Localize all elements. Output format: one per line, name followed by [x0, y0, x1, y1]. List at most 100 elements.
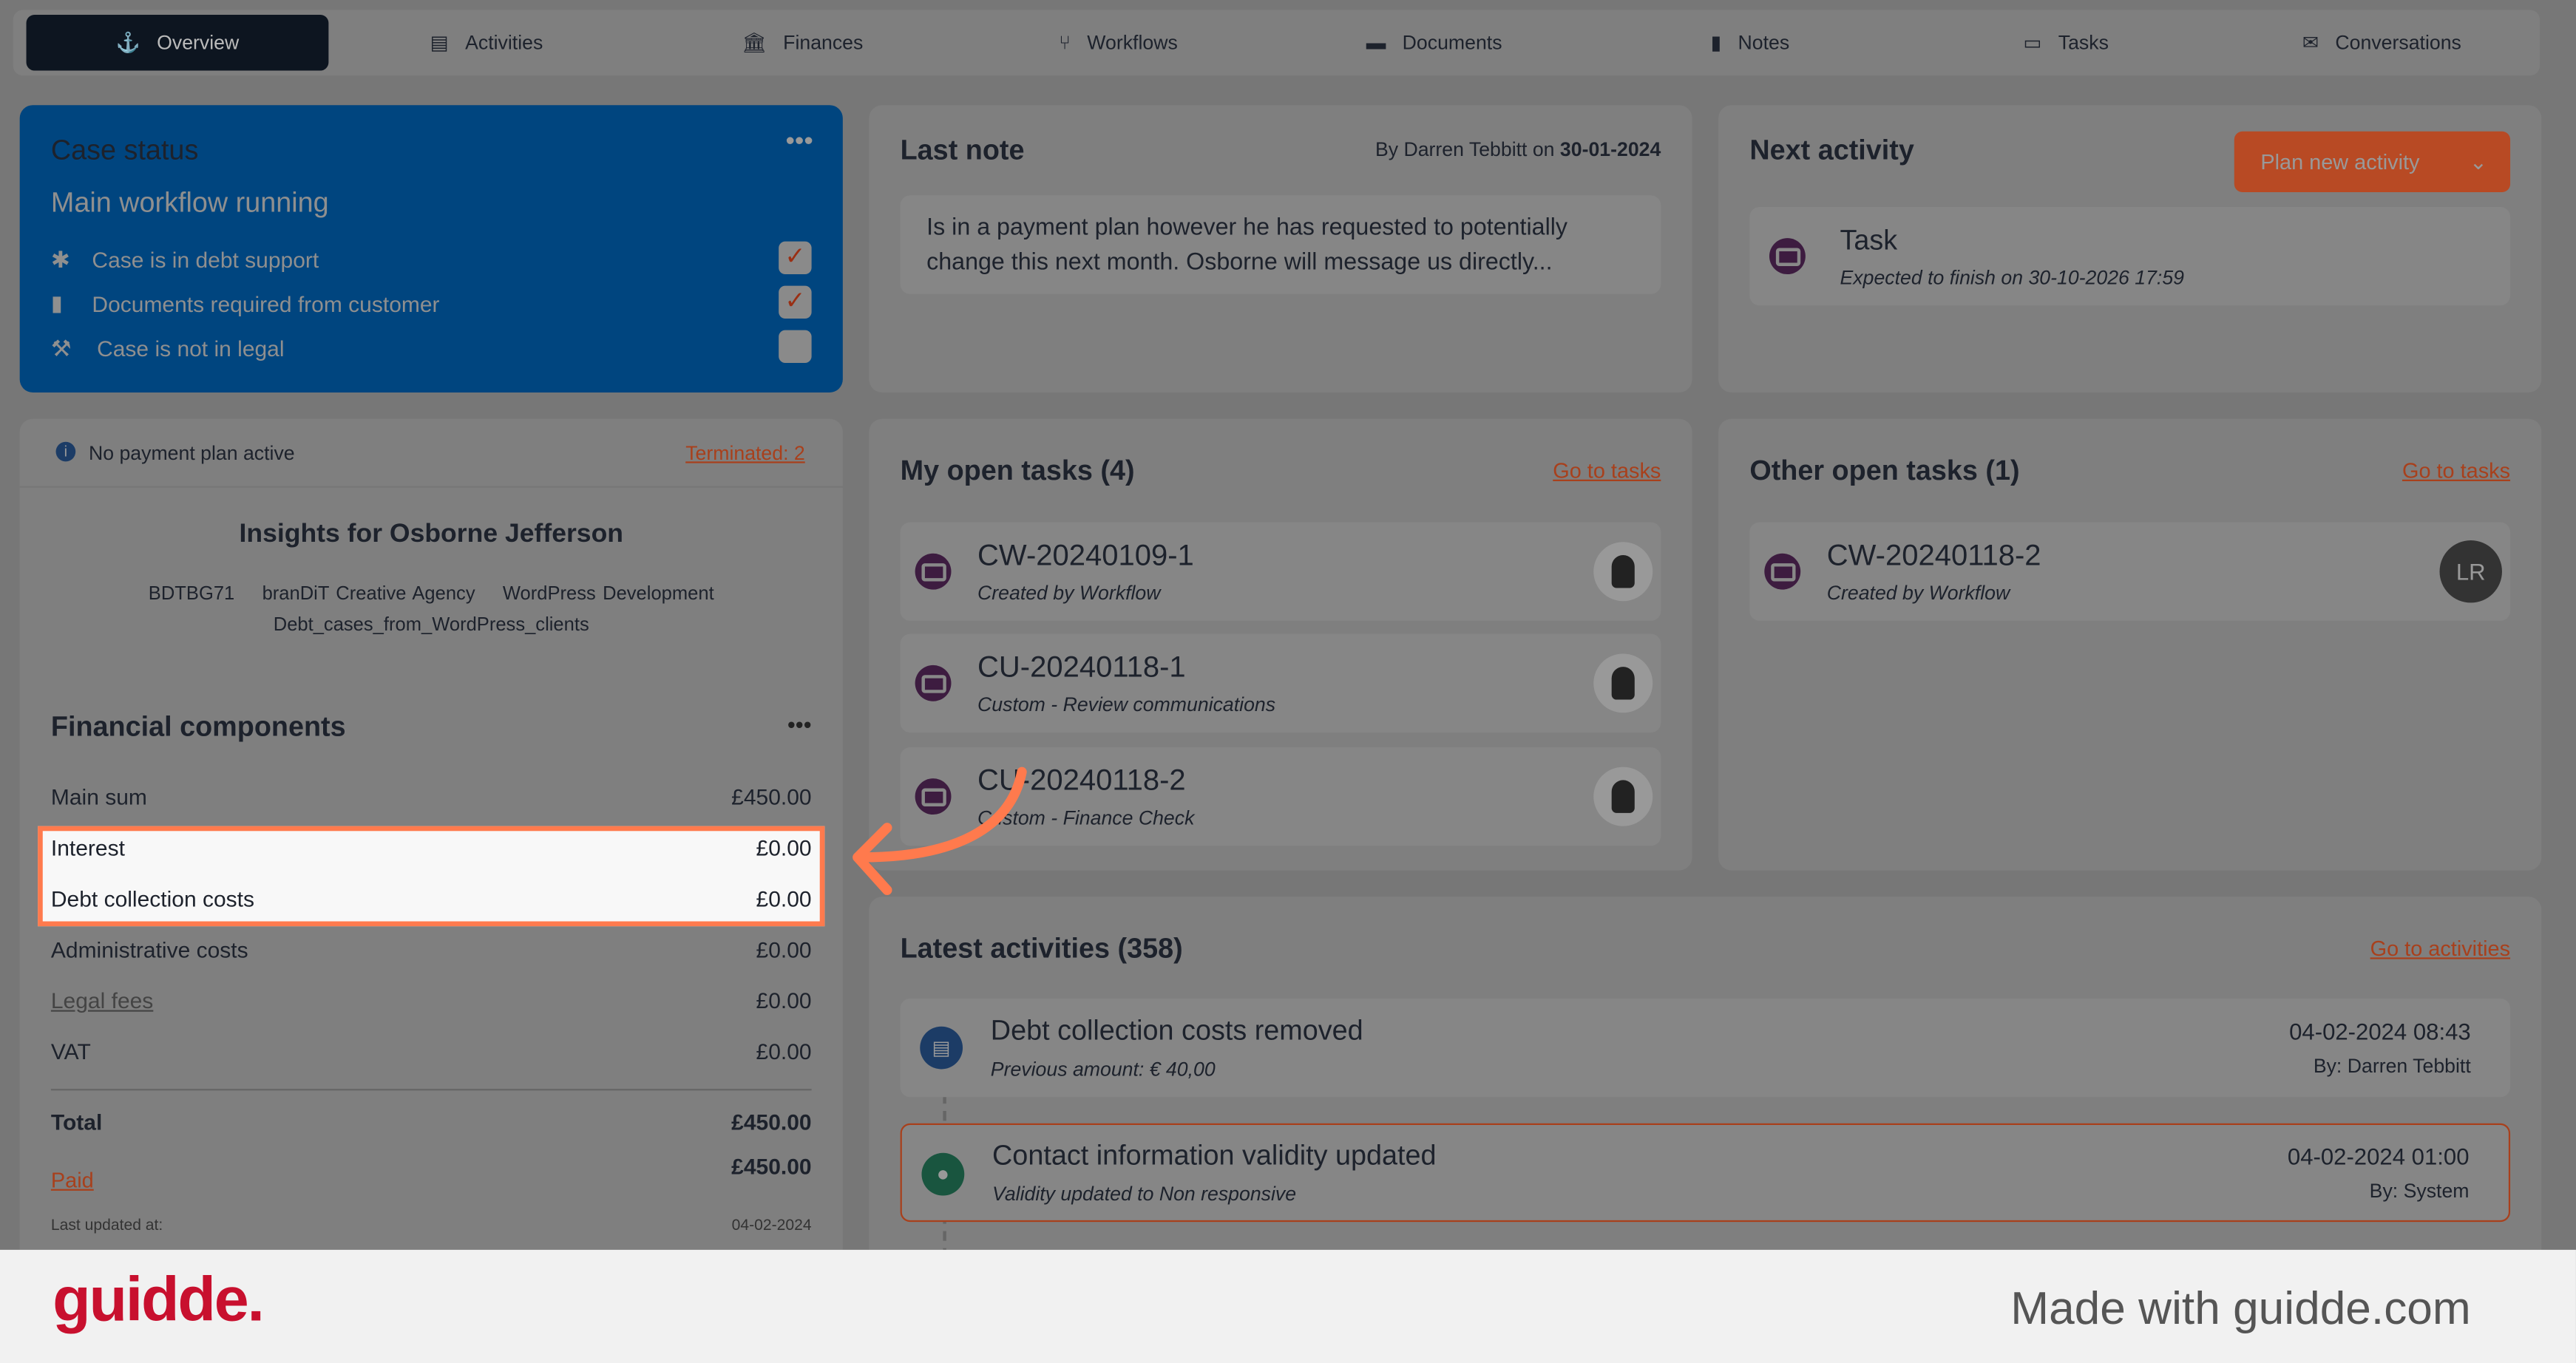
- guidde-logo: guidde.: [52, 1266, 265, 1336]
- status-checkbox[interactable]: ✓: [779, 241, 812, 275]
- anchor-icon: ⚓: [115, 31, 140, 55]
- last-note-title: Last note: [900, 135, 1025, 166]
- task-item[interactable]: CU-20240118-1 Custom - Review communicati…: [900, 633, 1661, 733]
- task-item[interactable]: CW-20240109-1 Created by Workflow: [900, 522, 1661, 621]
- tab-conversations[interactable]: ✉ Conversations: [2224, 15, 2540, 71]
- activities-card: Latest activities (358) Go to activities…: [869, 897, 2542, 1291]
- activity-date: 04-02-2024 08:43: [2289, 1018, 2471, 1045]
- more-icon[interactable]: •••: [787, 711, 812, 738]
- go-to-tasks-link[interactable]: Go to tasks: [1553, 458, 1661, 483]
- footer: guidde. Made with guidde.com: [0, 1249, 2576, 1363]
- row-value: £450.00: [731, 1154, 812, 1180]
- ticket-icon: [915, 553, 952, 590]
- divider: [50, 1089, 812, 1091]
- last-note-card: Last note By Darren Tebbitt on 30-01-202…: [869, 105, 1692, 393]
- asterisk-icon: ✱: [50, 246, 70, 273]
- plan-new-activity-button[interactable]: Plan new activity ⌄: [2234, 131, 2511, 192]
- activity-item[interactable]: ▤ Debt collection costs removed Previous…: [900, 998, 2511, 1098]
- fin-row-total: Total £450.00: [51, 1110, 812, 1135]
- status-checkbox[interactable]: [779, 330, 812, 364]
- document-icon: ▮: [50, 290, 63, 316]
- pointer-arrow-icon: [853, 767, 1027, 895]
- activity-by: By: System: [2369, 1179, 2470, 1203]
- status-item-label: Case is not in legal: [97, 336, 285, 361]
- terminated-link[interactable]: Terminated: 2: [685, 442, 805, 465]
- tag: WordPress Development: [502, 584, 714, 605]
- fin-row-paid: £450.00: [51, 1154, 812, 1180]
- legal-fees-link[interactable]: Legal fees: [51, 989, 153, 1013]
- row-value: £0.00: [756, 988, 812, 1013]
- status-item-label: Documents required from customer: [92, 292, 440, 317]
- row-value: £450.00: [731, 785, 812, 810]
- case-status-title: Case status: [50, 135, 199, 166]
- tab-notes[interactable]: ▮ Notes: [1592, 15, 1908, 71]
- row-label: Interest: [50, 835, 125, 861]
- ticket-icon: ▭: [2023, 31, 2042, 55]
- status-checkbox[interactable]: ✓: [779, 285, 812, 319]
- row-value: £0.00: [756, 937, 812, 963]
- activity-sub: Validity updated to Non responsive: [992, 1182, 1297, 1206]
- ticket-icon: [1769, 238, 1806, 275]
- folder-icon: ▬: [1366, 31, 1386, 55]
- tag: Debt_cases_from_WordPress_clients: [273, 616, 589, 636]
- next-activity-card: Next activity Plan new activity ⌄ Task Ex…: [1718, 105, 2542, 393]
- row-value: £450.00: [731, 1110, 812, 1135]
- note-author: By Darren Tebbitt on: [1375, 137, 1555, 161]
- case-status-card: Case status ••• Main workflow running ✱ …: [19, 105, 843, 393]
- paid-link[interactable]: Paid: [51, 1168, 94, 1192]
- tab-workflows[interactable]: ⑂ Workflows: [960, 15, 1276, 71]
- tab-documents[interactable]: ▬ Documents: [1276, 15, 1592, 71]
- bank-icon: 🏛: [742, 31, 767, 55]
- tab-activities[interactable]: ▤ Activities: [328, 15, 644, 71]
- task-sub: Created by Workflow: [1826, 581, 2010, 605]
- more-icon[interactable]: •••: [785, 128, 813, 157]
- activities-title: Latest activities (358): [900, 933, 1183, 965]
- fin-row-admin: Administrative costs £0.00: [51, 938, 812, 962]
- activity-title: Contact information validity updated: [992, 1139, 1437, 1172]
- task-id: CU-20240118-1: [977, 650, 1186, 684]
- tag: BDTBG71: [148, 584, 235, 605]
- task-item[interactable]: CW-20240118-2 Created by Workflow LR: [1749, 522, 2511, 621]
- status-item-label: Case is in debt support: [92, 248, 319, 273]
- ticket-icon: [915, 664, 952, 701]
- row-label: Main sum: [50, 785, 147, 810]
- activity-sub: Previous amount: € 40,00: [990, 1057, 1216, 1081]
- note-date: 30-01-2024: [1559, 137, 1661, 161]
- ticket-icon: [1764, 553, 1801, 590]
- row-label: Administrative costs: [50, 937, 248, 963]
- row-value: £0.00: [756, 886, 812, 912]
- envelope-icon: ✉: [2302, 31, 2319, 55]
- tab-overview[interactable]: ⚓ Overview: [26, 14, 329, 71]
- fin-row-legal: Legal fees £0.00: [51, 989, 812, 1013]
- note-text[interactable]: Is in a payment plan however he has requ…: [900, 195, 1661, 294]
- my-tasks-title: My open tasks (4): [900, 455, 1135, 486]
- task-id: CW-20240109-1: [977, 538, 1194, 572]
- payment-plan-status: No payment plan active: [88, 441, 295, 465]
- activity-item[interactable]: ● Contact information validity updated V…: [900, 1123, 2511, 1223]
- avatar: LR: [2439, 540, 2502, 603]
- info-icon: i: [55, 441, 76, 462]
- fin-row-debt-collection: Debt collection costs £0.00: [51, 887, 812, 911]
- clipboard-icon: ▮: [1710, 31, 1722, 55]
- row-value: £0.00: [756, 835, 812, 861]
- insights-title: Insights for Osborne Jefferson: [239, 520, 624, 549]
- next-activity-title: Next activity: [1749, 135, 1914, 166]
- gavel-icon: ⚒: [50, 335, 72, 361]
- task-sub: Custom - Review communications: [977, 693, 1276, 716]
- made-with-text: Made with guidde.com: [2010, 1282, 2471, 1334]
- button-label: Plan new activity: [2260, 149, 2420, 174]
- row-label: Last updated at:: [50, 1217, 163, 1235]
- tab-tasks[interactable]: ▭ Tasks: [1908, 15, 2224, 71]
- next-task-item[interactable]: Task Expected to finish on 30-10-2026 17…: [1749, 206, 2511, 306]
- document-icon: ▤: [920, 1026, 963, 1070]
- tab-finances[interactable]: 🏛 Finances: [645, 15, 960, 71]
- row-label: Debt collection costs: [50, 886, 254, 912]
- file-icon: ▤: [430, 31, 449, 55]
- other-tasks-card: Other open tasks (1) Go to tasks CW-2024…: [1718, 418, 2542, 871]
- go-to-activities-link[interactable]: Go to activities: [2370, 936, 2510, 960]
- row-label: Total: [50, 1110, 103, 1135]
- go-to-tasks-link[interactable]: Go to tasks: [2402, 458, 2510, 483]
- financial-title: Financial components: [50, 711, 346, 743]
- user-icon: ●: [921, 1152, 965, 1196]
- other-tasks-title: Other open tasks (1): [1749, 455, 2020, 486]
